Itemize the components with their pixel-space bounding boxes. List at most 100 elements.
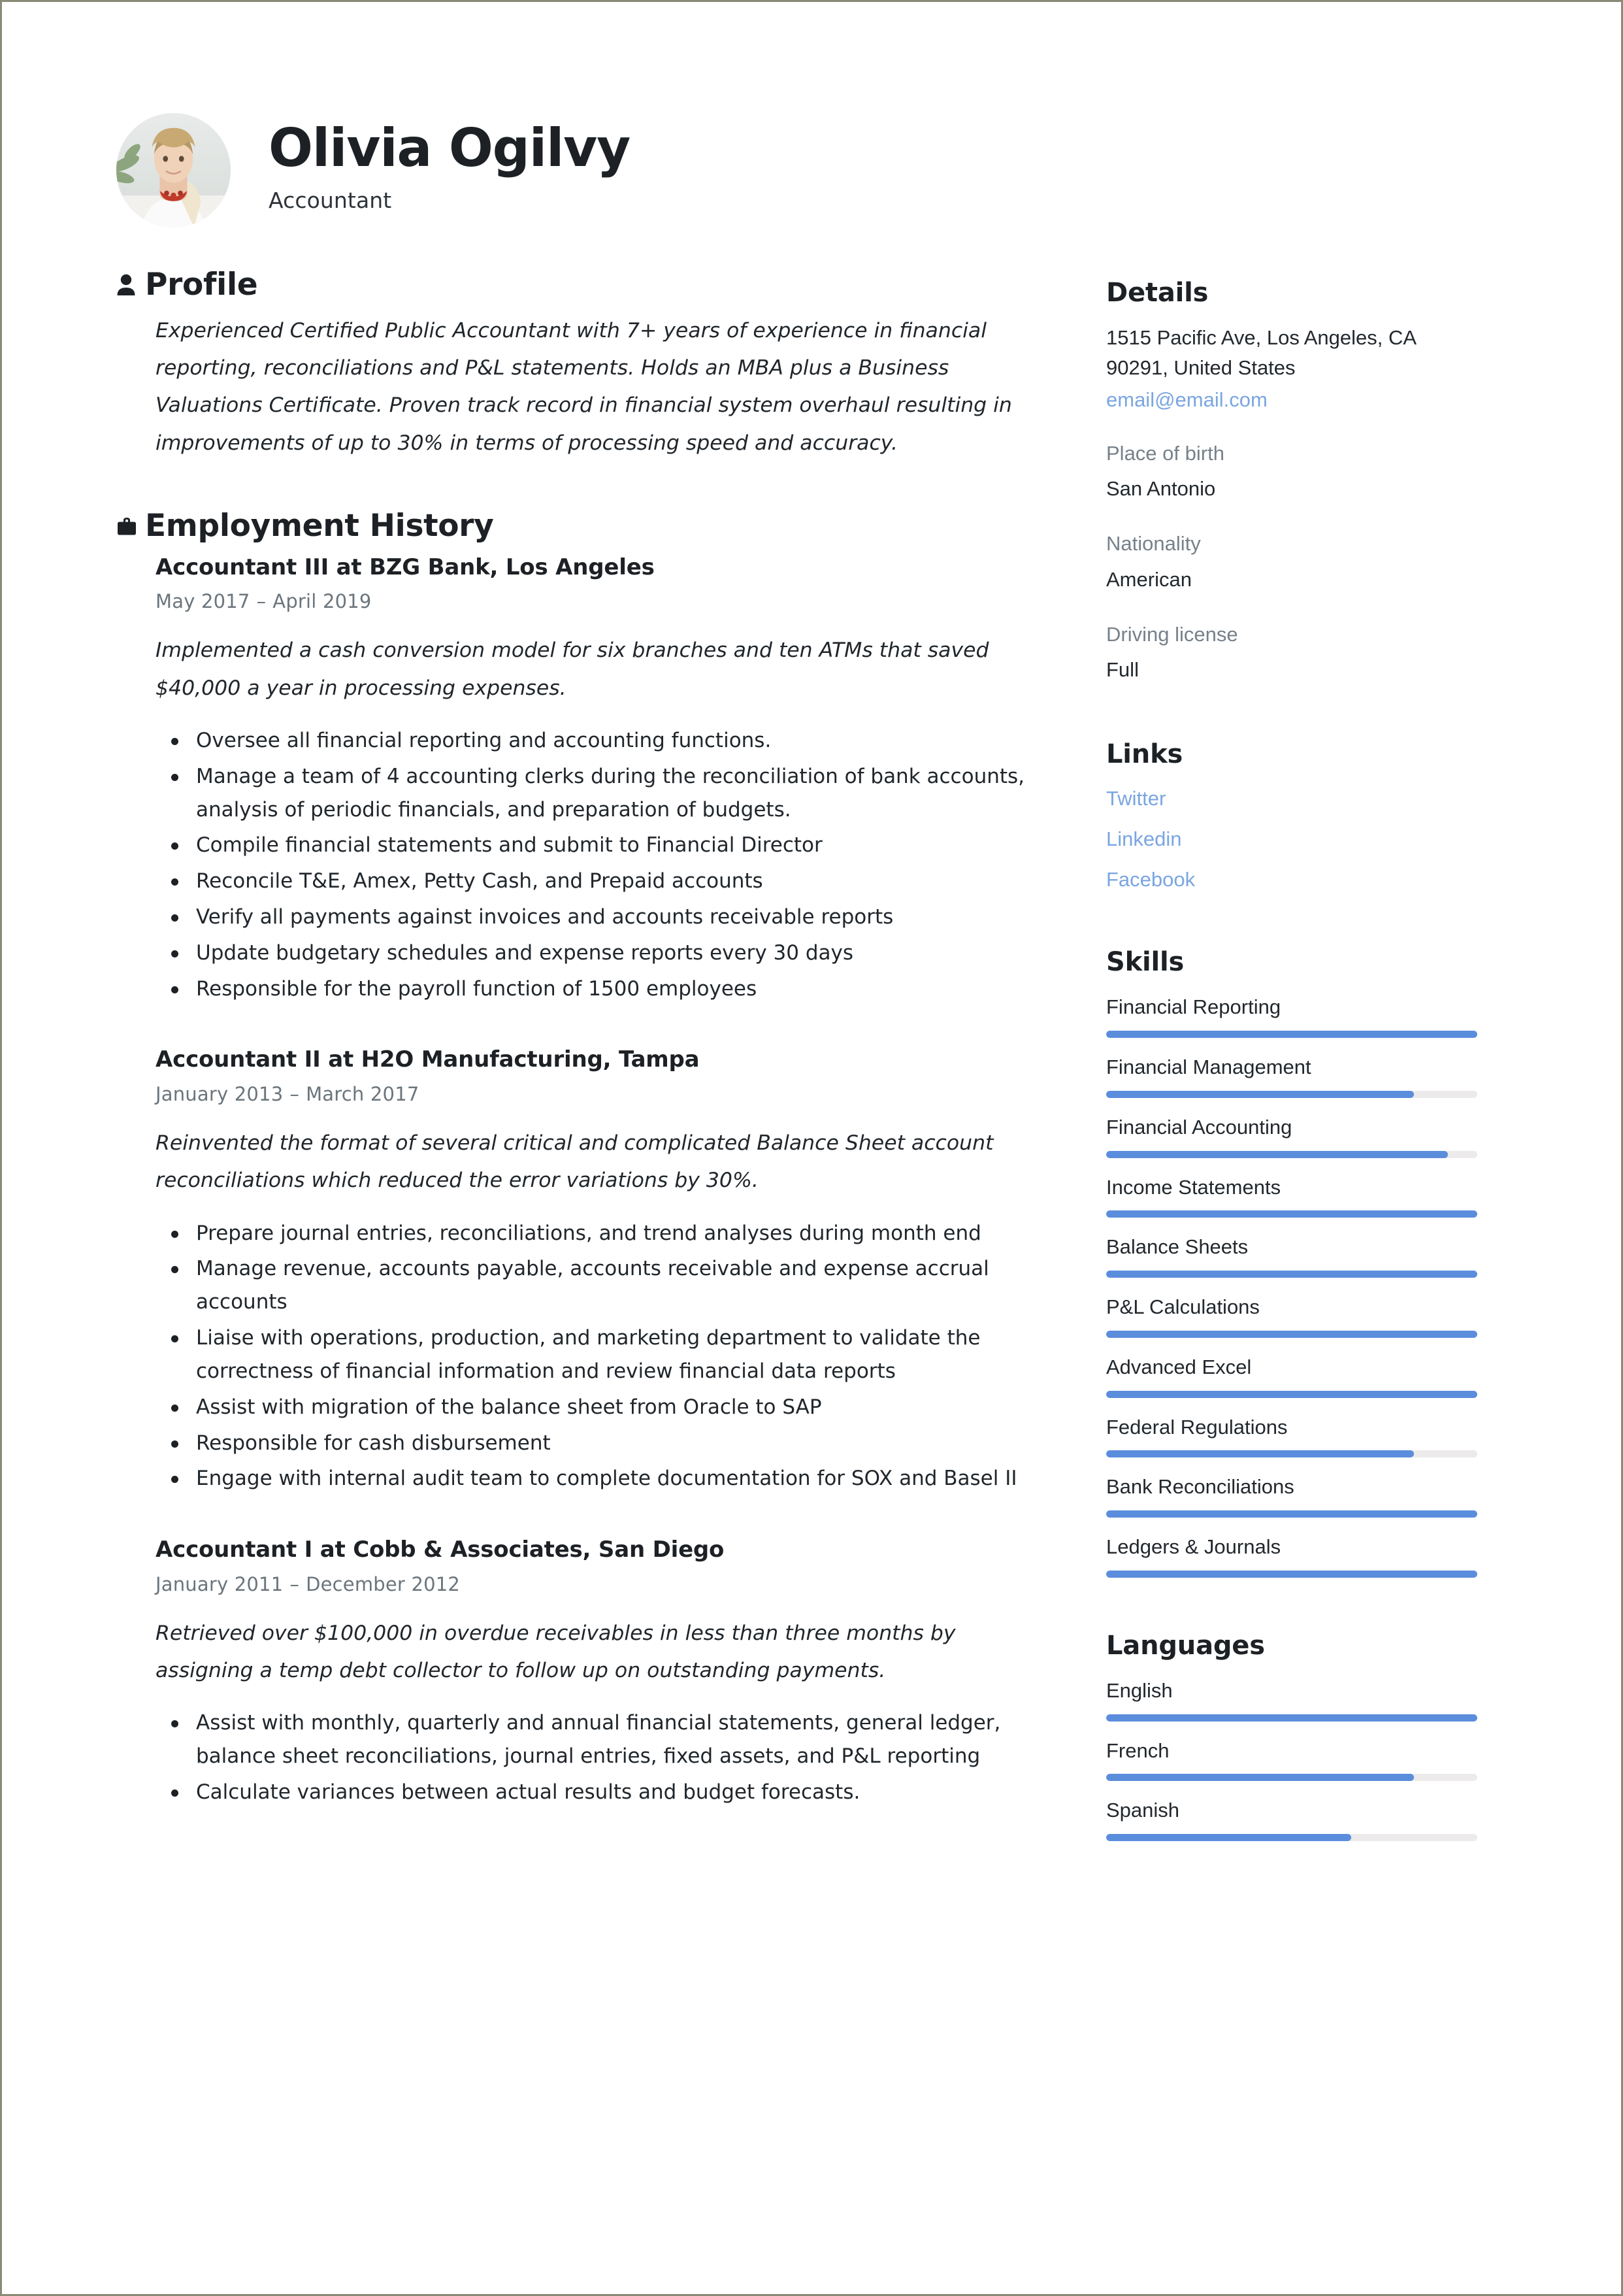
links-section: Links Twitter Linkedin Facebook: [1106, 739, 1482, 893]
person-icon: [116, 274, 145, 296]
skill-label: P&L Calculations: [1106, 1295, 1260, 1319]
link-linkedin[interactable]: Linkedin: [1106, 826, 1482, 852]
skill-label: Financial Management: [1106, 1056, 1311, 1079]
language-label: Spanish: [1106, 1799, 1180, 1822]
language-meter-fill: [1106, 1714, 1477, 1722]
date-dash: –: [289, 1082, 300, 1105]
skill-meter-fill: [1106, 1090, 1415, 1098]
job-summary: Reinvented the format of several critica…: [156, 1131, 994, 1193]
details-heading: Details: [1106, 278, 1209, 308]
language-meter-fill: [1106, 1834, 1351, 1842]
skill-meter: [1106, 1031, 1477, 1039]
skill-meter-fill: [1106, 1330, 1477, 1338]
skill-item: P&L Calculations: [1106, 1295, 1482, 1338]
skill-meter: [1106, 1510, 1477, 1518]
job-bullet: Engage with internal audit team to compl…: [156, 1462, 1031, 1495]
languages-heading: Languages: [1106, 1630, 1265, 1661]
skill-item: Balance Sheets: [1106, 1235, 1482, 1278]
job-summary: Implemented a cash conversion model for …: [156, 639, 989, 700]
skill-label: Ledgers & Journals: [1106, 1535, 1281, 1559]
skill-meter: [1106, 1210, 1477, 1218]
job-start-date: January 2013: [156, 1082, 284, 1105]
language-item: Spanish: [1106, 1798, 1482, 1842]
job-title: Accountant III at BZG Bank, Los Angeles: [156, 554, 655, 580]
avatar: [116, 113, 231, 227]
address: 1515 Pacific Ave, Los Angeles, CA 90291,…: [1106, 323, 1479, 383]
skill-meter-fill: [1106, 1570, 1477, 1578]
address-line-1: 1515 Pacific Ave, Los Angeles, CA: [1106, 326, 1417, 349]
skill-meter-fill: [1106, 1031, 1477, 1039]
skill-meter: [1106, 1330, 1477, 1338]
skill-item: Financial Management: [1106, 1055, 1482, 1098]
profile-heading: Profile: [145, 267, 258, 303]
skill-item: Financial Reporting: [1106, 995, 1482, 1039]
language-meter-fill: [1106, 1774, 1415, 1782]
skill-label: Financial Accounting: [1106, 1115, 1292, 1139]
main-column: Profile Experienced Certified Public Acc…: [116, 268, 1051, 1812]
employment-heading: Employment History: [145, 508, 494, 544]
job-bullet: Liaise with operations, production, and …: [156, 1322, 1031, 1388]
detail-field-place-of-birth: Place of birth San Antonio: [1106, 441, 1482, 503]
links-heading: Links: [1106, 739, 1183, 769]
job-bullet: Verify all payments against invoices and…: [156, 901, 1031, 934]
job-title: Accountant II at H2O Manufacturing, Tamp…: [156, 1046, 700, 1073]
skill-item: Ledgers & Journals: [1106, 1535, 1482, 1578]
job-dates: January 2013– March 2017: [156, 1083, 1051, 1105]
skill-item: Bank Reconciliations: [1106, 1474, 1482, 1518]
profile-section: Profile Experienced Certified Public Acc…: [116, 268, 1051, 462]
address-line-2: 90291, United States: [1106, 356, 1296, 379]
resume-body: Profile Experienced Certified Public Acc…: [2, 268, 1621, 1842]
detail-value: American: [1106, 567, 1192, 591]
skill-item: Financial Accounting: [1106, 1115, 1482, 1158]
job-bullet-list: Assist with monthly, quarterly and annua…: [156, 1706, 1031, 1808]
skill-meter-fill: [1106, 1510, 1477, 1518]
job-bullet: Manage revenue, accounts payable, accoun…: [156, 1252, 1031, 1319]
job-end-date: December 2012: [306, 1572, 461, 1595]
skill-meter: [1106, 1390, 1477, 1398]
job-bullet: Manage a team of 4 accounting clerks dur…: [156, 760, 1031, 827]
employment-entry: Accountant II at H2O Manufacturing, Tamp…: [116, 1046, 1051, 1495]
resume-sheet: Olivia Ogilvy Accountant Profile Experie…: [2, 2, 1621, 2294]
languages-section: Languages English French Spanish: [1106, 1630, 1482, 1842]
language-item: English: [1106, 1678, 1482, 1722]
date-dash: –: [256, 590, 267, 613]
email-link[interactable]: email@email.com: [1106, 388, 1482, 412]
profile-heading-row: Profile: [116, 268, 1051, 302]
job-bullet: Oversee all financial reporting and acco…: [156, 724, 1031, 757]
detail-field-nationality: Nationality American: [1106, 531, 1482, 593]
job-bullet: Calculate variances between actual resul…: [156, 1776, 1031, 1809]
candidate-job-title: Accountant: [269, 188, 392, 213]
detail-label: Nationality: [1106, 532, 1201, 556]
profile-text: Experienced Certified Public Accountant …: [156, 318, 1012, 455]
detail-value: Full: [1106, 658, 1139, 682]
skill-item: Advanced Excel: [1106, 1355, 1482, 1398]
job-start-date: May 2017: [156, 590, 250, 613]
job-title: Accountant I at Cobb & Associates, San D…: [156, 1537, 725, 1563]
job-bullet: Reconcile T&E, Amex, Petty Cash, and Pre…: [156, 865, 1031, 898]
job-bullet: Prepare journal entries, reconciliations…: [156, 1217, 1031, 1250]
date-dash: –: [289, 1572, 300, 1595]
skill-meter: [1106, 1271, 1477, 1278]
skills-section: Skills Financial Reporting Financial Man…: [1106, 946, 1482, 1578]
job-bullet: Assist with monthly, quarterly and annua…: [156, 1706, 1031, 1773]
language-label: English: [1106, 1678, 1173, 1702]
skill-meter: [1106, 1570, 1477, 1578]
link-twitter[interactable]: Twitter: [1106, 786, 1482, 812]
job-bullet: Responsible for cash disbursement: [156, 1427, 1031, 1460]
name-block: Olivia Ogilvy Accountant: [269, 122, 631, 218]
sidebar-column: Details 1515 Pacific Ave, Los Angeles, C…: [1106, 268, 1482, 1842]
job-bullet-list: Oversee all financial reporting and acco…: [156, 724, 1031, 1006]
detail-field-driving-license: Driving license Full: [1106, 622, 1482, 684]
skill-item: Income Statements: [1106, 1175, 1482, 1218]
link-facebook[interactable]: Facebook: [1106, 867, 1482, 893]
skill-meter: [1106, 1090, 1477, 1098]
skill-meter-fill: [1106, 1271, 1477, 1278]
skill-meter: [1106, 1450, 1477, 1458]
employment-entry: Accountant III at BZG Bank, Los Angeles …: [116, 554, 1051, 1006]
skill-meter-fill: [1106, 1150, 1448, 1158]
skill-label: Balance Sheets: [1106, 1235, 1249, 1259]
detail-value: San Antonio: [1106, 477, 1216, 501]
detail-label: Place of birth: [1106, 441, 1224, 465]
skills-heading: Skills: [1106, 947, 1185, 978]
skill-meter-fill: [1106, 1390, 1477, 1398]
